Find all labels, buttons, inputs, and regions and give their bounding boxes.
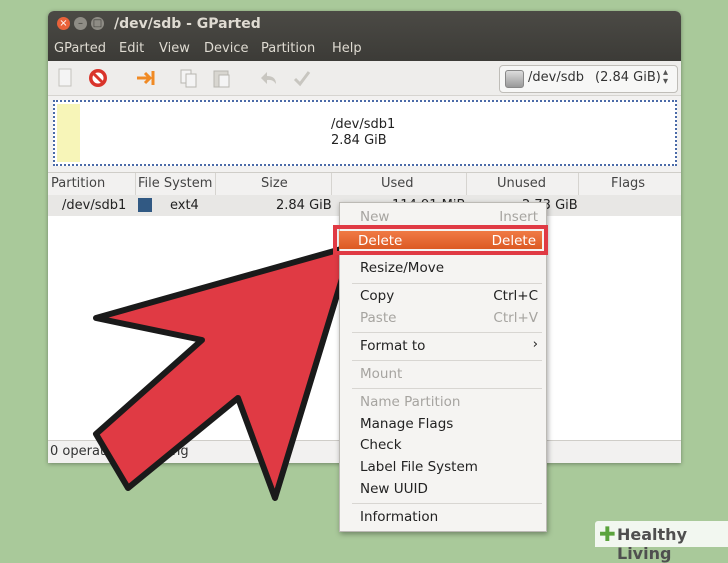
menu-accel-paste: Ctrl+V <box>493 310 538 326</box>
menu-item-name-partition: Name Partition <box>360 394 461 410</box>
menu-item-resize-move[interactable]: Resize/Move <box>360 260 444 276</box>
submenu-arrow-icon: › <box>532 336 538 352</box>
watermark: ✚ Healthy Living <box>595 521 728 563</box>
menu-item-paste: Paste <box>360 310 397 326</box>
menu-item-manage-flags[interactable]: Manage Flags <box>360 416 453 432</box>
menu-item-new-uuid[interactable]: New UUID <box>360 481 428 497</box>
menu-item-copy[interactable]: Copy <box>360 288 394 304</box>
menu-item-format-to[interactable]: Format to <box>360 338 425 354</box>
menu-item-delete[interactable]: Delete Delete <box>333 225 548 255</box>
menu-item-check[interactable]: Check <box>360 437 402 453</box>
menu-accel-new: Insert <box>499 209 538 225</box>
menu-accel-copy: Ctrl+C <box>493 288 538 304</box>
menu-item-delete-label: Delete <box>358 233 403 249</box>
context-menu: New Insert Delete Delete Resize/Move Cop… <box>333 202 548 532</box>
menu-item-label-file-system[interactable]: Label File System <box>360 459 478 475</box>
menu-item-mount: Mount <box>360 366 403 382</box>
menu-accel-delete: Delete <box>491 233 536 249</box>
watermark-text: Healthy Living <box>617 525 687 563</box>
menu-item-new: New <box>360 209 390 225</box>
menu-item-information[interactable]: Information <box>360 509 438 525</box>
plus-icon: ✚ <box>599 522 616 546</box>
